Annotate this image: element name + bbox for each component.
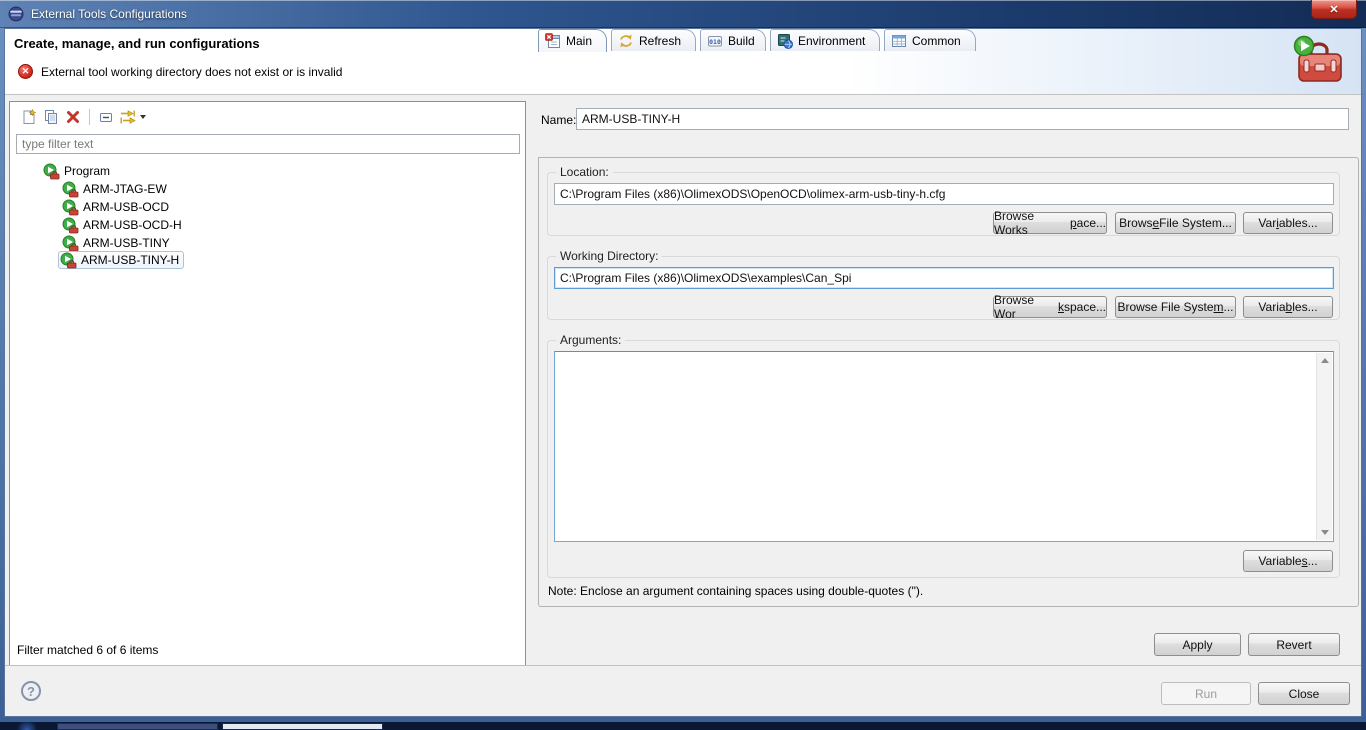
arguments-label: Arguments: (556, 333, 626, 347)
external-tools-toolbox-icon (1289, 35, 1347, 96)
dialog-footer: ? Run Close (5, 665, 1361, 716)
delete-x-icon (67, 111, 79, 123)
main-tab-icon (545, 33, 560, 48)
window-titlebar[interactable]: External Tools Configurations ✕ (0, 0, 1366, 28)
build-binary-icon: 010 (708, 35, 722, 46)
workdir-browse-filesystem-button[interactable]: Browse File Syste m... (1115, 296, 1236, 318)
close-icon: ✕ (1329, 3, 1339, 16)
program-config-icon (62, 199, 79, 215)
screen: External Tools Configurations ✕ Create, … (0, 0, 1366, 730)
tree-item-arm-jtag-ew[interactable]: ARM-JTAG-EW (62, 180, 167, 198)
close-button[interactable]: Close (1258, 682, 1350, 705)
run-button: Run (1161, 682, 1251, 705)
delete-configuration-button[interactable] (63, 107, 83, 127)
tree-item-label: ARM-USB-TINY-H (81, 253, 180, 267)
program-config-icon (62, 235, 79, 251)
program-config-icon (62, 217, 79, 233)
tree-item-arm-usb-tiny[interactable]: ARM-USB-TINY (62, 234, 170, 252)
toolbar-separator (89, 109, 90, 125)
tab-label: Refresh (639, 33, 682, 48)
scroll-down-button[interactable] (1317, 525, 1332, 540)
filter-arrows-icon (120, 110, 136, 124)
dialog-frame: Create, manage, and run configurations ✕… (0, 28, 1366, 722)
error-message: External tool working directory does not… (41, 64, 343, 79)
filter-input[interactable] (16, 134, 520, 154)
build-icon-text: 010 (709, 38, 721, 46)
workdir-variables-button[interactable]: Varia b les... (1243, 296, 1333, 318)
window-close-button[interactable]: ✕ (1311, 0, 1357, 19)
tree-node-label: Program (64, 164, 111, 178)
environment-icon (778, 33, 793, 49)
working-directory-group: Working Directory: Browse Workspace... B… (547, 249, 1340, 321)
location-input[interactable] (554, 183, 1334, 205)
chevron-down-icon (140, 115, 146, 119)
configurations-panel: Program ARM-JTAG-EW ARM-USB-OCD ARM-USB-… (9, 101, 526, 666)
taskbar-button-active[interactable] (222, 723, 383, 730)
filter-launch-configurations-button[interactable] (118, 107, 148, 127)
tree-item-label: ARM-USB-TINY (83, 236, 170, 250)
error-message-row: ✕ External tool working directory does n… (18, 64, 342, 79)
common-table-icon (892, 34, 906, 47)
dialog-body: Create, manage, and run configurations ✕… (4, 28, 1362, 717)
name-input[interactable] (576, 108, 1349, 130)
working-directory-input[interactable] (554, 267, 1334, 289)
arguments-scrollbar[interactable] (1316, 353, 1332, 540)
arguments-group: Arguments: Variable s... (547, 333, 1340, 578)
workdir-browse-workspace-button[interactable]: Browse Wor k space... (993, 293, 1107, 321)
tree-node-program[interactable]: Program (43, 162, 110, 180)
collapse-all-button[interactable] (96, 107, 116, 127)
copy-icon (45, 110, 57, 124)
tree-item-label: ARM-USB-OCD (83, 200, 169, 214)
program-config-icon (60, 252, 77, 268)
start-orb[interactable] (16, 722, 38, 730)
tree-item-arm-usb-ocd-h[interactable]: ARM-USB-OCD-H (62, 216, 182, 234)
program-config-icon (62, 181, 79, 197)
location-label: Location: (556, 165, 613, 179)
working-directory-label: Working Directory: (556, 249, 663, 263)
tab-label: Common (912, 33, 961, 48)
location-browse-workspace-button[interactable]: Browse Works p ace... (993, 209, 1107, 237)
taskbar (0, 722, 1366, 730)
main-tab-content: Location: Browse Workspace... Browse Fil… (538, 157, 1359, 607)
new-document-icon (23, 109, 37, 124)
program-type-icon (43, 163, 60, 179)
eclipse-logo-icon (8, 6, 24, 22)
revert-button[interactable]: Revert (1248, 633, 1340, 656)
refresh-icon (620, 34, 632, 47)
duplicate-configuration-button[interactable] (41, 107, 61, 127)
tree-item-arm-usb-tiny-h-selected[interactable]: ARM-USB-TINY-H (58, 251, 185, 269)
arguments-textarea[interactable] (555, 352, 1315, 539)
tab-label: Build (728, 33, 755, 48)
window-title: External Tools Configurations (31, 7, 187, 21)
scroll-up-button[interactable] (1317, 353, 1332, 368)
location-browse-filesystem-button[interactable]: Brows e File System... (1115, 212, 1236, 234)
help-icon[interactable]: ? (21, 681, 41, 701)
taskbar-button[interactable] (57, 723, 218, 730)
filter-status-text: Filter matched 6 of 6 items (17, 643, 159, 657)
location-group: Location: Browse Workspace... Browse Fil… (547, 165, 1340, 237)
tab-label: Main (566, 34, 593, 48)
location-variables-button[interactable]: Var i ables... (1243, 212, 1333, 234)
tab-environment[interactable]: Environment (770, 29, 880, 51)
triangle-down-icon (1320, 530, 1329, 535)
arguments-textarea-wrap (554, 351, 1334, 542)
tree-item-label: ARM-JTAG-EW (83, 182, 167, 196)
tab-refresh[interactable]: Refresh (611, 29, 696, 51)
tree-item-arm-usb-ocd[interactable]: ARM-USB-OCD (62, 198, 169, 216)
arguments-note: Note: Enclose an argument containing spa… (548, 584, 924, 598)
tab-common[interactable]: Common (884, 29, 976, 51)
page-title: Create, manage, and run configurations (14, 36, 260, 51)
configurations-toolbar (10, 102, 525, 132)
name-label: Name: (541, 113, 577, 127)
arguments-variables-button[interactable]: Variable s... (1243, 550, 1333, 572)
new-configuration-button[interactable] (19, 107, 39, 127)
error-icon: ✕ (18, 64, 33, 79)
tree-item-label: ARM-USB-OCD-H (83, 218, 182, 232)
tab-main[interactable]: Main (538, 29, 607, 52)
tab-label: Environment (798, 33, 866, 48)
tab-build[interactable]: 010 Build (700, 29, 766, 51)
collapse-all-icon (100, 113, 112, 122)
apply-button[interactable]: Apply (1154, 633, 1241, 656)
triangle-up-icon (1320, 358, 1329, 363)
